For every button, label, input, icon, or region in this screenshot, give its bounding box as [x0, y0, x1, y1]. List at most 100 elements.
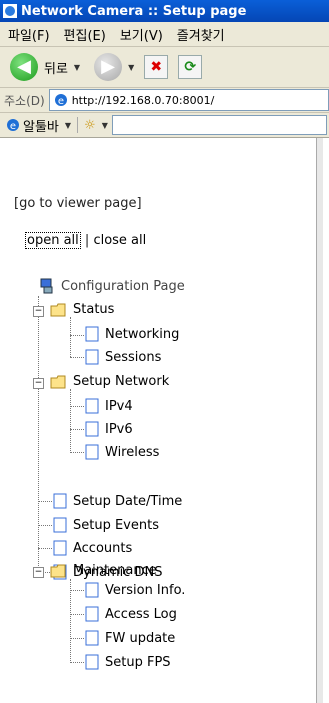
address-label: 주소(D) — [4, 93, 45, 108]
tree-line — [70, 638, 84, 639]
stop-button[interactable]: ✖ — [144, 55, 169, 79]
link-separator: | — [84, 233, 90, 248]
stop-icon: ✖ — [150, 59, 163, 75]
folder-icon — [50, 375, 66, 388]
tree-line — [70, 662, 84, 663]
document-icon — [53, 540, 67, 556]
page-icon: e — [54, 94, 67, 107]
menu-favorites[interactable]: 즐겨찾기 — [177, 25, 225, 44]
menu-bar: 파일(F) 편집(E) 보기(V) 즐겨찾기 — [0, 22, 329, 47]
tree-line — [70, 579, 71, 663]
tree-line — [70, 429, 84, 430]
collapse-toggle-icon[interactable]: − — [33, 378, 44, 389]
back-dropdown-icon[interactable]: ▼ — [74, 63, 80, 72]
tree-folder-label: Maintenance — [73, 563, 157, 578]
collapse-toggle-icon[interactable]: − — [33, 306, 44, 317]
altoolbar-label: 알툴바 — [23, 119, 59, 135]
tree-item-setup-fps[interactable]: Setup FPS — [84, 654, 171, 670]
document-icon — [85, 326, 99, 342]
tree-line — [70, 357, 84, 358]
document-icon — [85, 398, 99, 414]
expand-collapse-links: open all | close all — [25, 232, 146, 249]
search-dropdown-icon[interactable]: ▼ — [102, 121, 108, 130]
tree-item-label: Setup Date/Time — [73, 493, 183, 509]
go-to-viewer-link[interactable]: [go to viewer page] — [14, 196, 142, 211]
back-button[interactable]: ◀ — [10, 53, 38, 81]
document-icon — [85, 444, 99, 460]
computer-icon — [40, 278, 53, 294]
tree-item-label: Networking — [105, 326, 180, 342]
folder-icon — [50, 564, 66, 577]
tree-line — [70, 590, 84, 591]
svg-text:e: e — [10, 121, 16, 132]
tree-root[interactable]: Configuration Page — [40, 278, 185, 294]
tree-line — [70, 406, 84, 407]
frame-border[interactable] — [316, 138, 323, 703]
tree-item-accounts[interactable]: Accounts — [52, 540, 132, 556]
open-all-link[interactable]: open all — [25, 232, 81, 249]
search-engine-icon[interactable]: ☼ — [84, 118, 96, 133]
search-input[interactable] — [111, 115, 327, 135]
document-icon — [85, 654, 99, 670]
window-title: Network Camera :: Setup page — [21, 3, 247, 19]
tree-line — [70, 452, 84, 453]
tree-item-ipv6[interactable]: IPv6 — [84, 421, 133, 437]
document-icon — [53, 493, 67, 509]
close-all-link[interactable]: close all — [93, 233, 146, 248]
links-bar: e 알툴바 ▼ ☼ ▼ — [0, 113, 329, 138]
tree-folder-setup-network[interactable]: Setup Network — [50, 374, 169, 389]
document-icon — [85, 421, 99, 437]
folder-icon — [50, 303, 66, 316]
document-icon — [85, 582, 99, 598]
collapse-toggle-icon[interactable]: − — [33, 567, 44, 578]
tree-item-label: Accounts — [73, 540, 133, 556]
toolbar: ◀ 뒤로 ▼ ▶ ▼ ✖ ⟳ — [0, 47, 329, 88]
tree-item-label: IPv6 — [105, 421, 133, 437]
tree-folder-label: Setup Network — [73, 374, 170, 389]
refresh-button[interactable]: ⟳ — [178, 55, 203, 79]
altoolbar-button[interactable]: e 알툴바 ▼ — [6, 116, 71, 135]
document-icon — [85, 606, 99, 622]
menu-view[interactable]: 보기(V) — [120, 25, 163, 44]
tree-item-setup-datetime[interactable]: Setup Date/Time — [52, 493, 182, 509]
tree-item-label: IPv4 — [105, 398, 133, 414]
tree-item-sessions[interactable]: Sessions — [84, 349, 161, 365]
document-icon — [53, 517, 67, 533]
menu-edit[interactable]: 편집(E) — [64, 25, 106, 44]
tree-item-label: Setup Events — [73, 517, 159, 533]
document-icon — [85, 349, 99, 365]
back-label[interactable]: 뒤로 — [44, 58, 68, 77]
tree-line — [70, 335, 84, 336]
tree-folder-maintenance[interactable]: Maintenance — [50, 563, 157, 578]
address-bar: 주소(D) e http://192.168.0.70:8001/ — [0, 88, 329, 113]
tree-item-fw-update[interactable]: FW update — [84, 630, 175, 646]
menu-file[interactable]: 파일(F) — [8, 25, 50, 44]
address-input[interactable]: e http://192.168.0.70:8001/ — [48, 89, 329, 111]
tree-line — [70, 389, 71, 453]
tree-item-label: Version Info. — [105, 582, 186, 598]
tree-item-version-info[interactable]: Version Info. — [84, 582, 185, 598]
tree-item-ipv4[interactable]: IPv4 — [84, 398, 133, 414]
tree-item-label: Wireless — [105, 444, 160, 460]
tree-item-label: Setup FPS — [105, 654, 171, 670]
toolbar-separator — [77, 117, 79, 133]
forward-arrow-icon: ▶ — [101, 56, 115, 77]
tree-item-label: Access Log — [105, 606, 177, 622]
tree-item-label: FW update — [105, 630, 176, 646]
forward-button[interactable]: ▶ — [94, 53, 123, 81]
ie-window-icon — [3, 4, 17, 18]
tree-item-networking[interactable]: Networking — [84, 326, 179, 342]
refresh-icon: ⟳ — [184, 59, 197, 75]
tree-line — [38, 548, 52, 549]
altoolbar-dropdown-icon[interactable]: ▼ — [65, 121, 71, 130]
tree-line — [38, 296, 39, 572]
document-icon — [85, 630, 99, 646]
tree-line — [70, 317, 71, 357]
forward-dropdown-icon[interactable]: ▼ — [128, 63, 134, 72]
tree-item-access-log[interactable]: Access Log — [84, 606, 177, 622]
tree-item-setup-events[interactable]: Setup Events — [52, 517, 159, 533]
tree-folder-status[interactable]: Status — [50, 302, 114, 317]
altoolbar-icon: e — [7, 119, 19, 132]
tree-item-wireless[interactable]: Wireless — [84, 444, 159, 460]
tree-folder-label: Status — [73, 302, 115, 317]
